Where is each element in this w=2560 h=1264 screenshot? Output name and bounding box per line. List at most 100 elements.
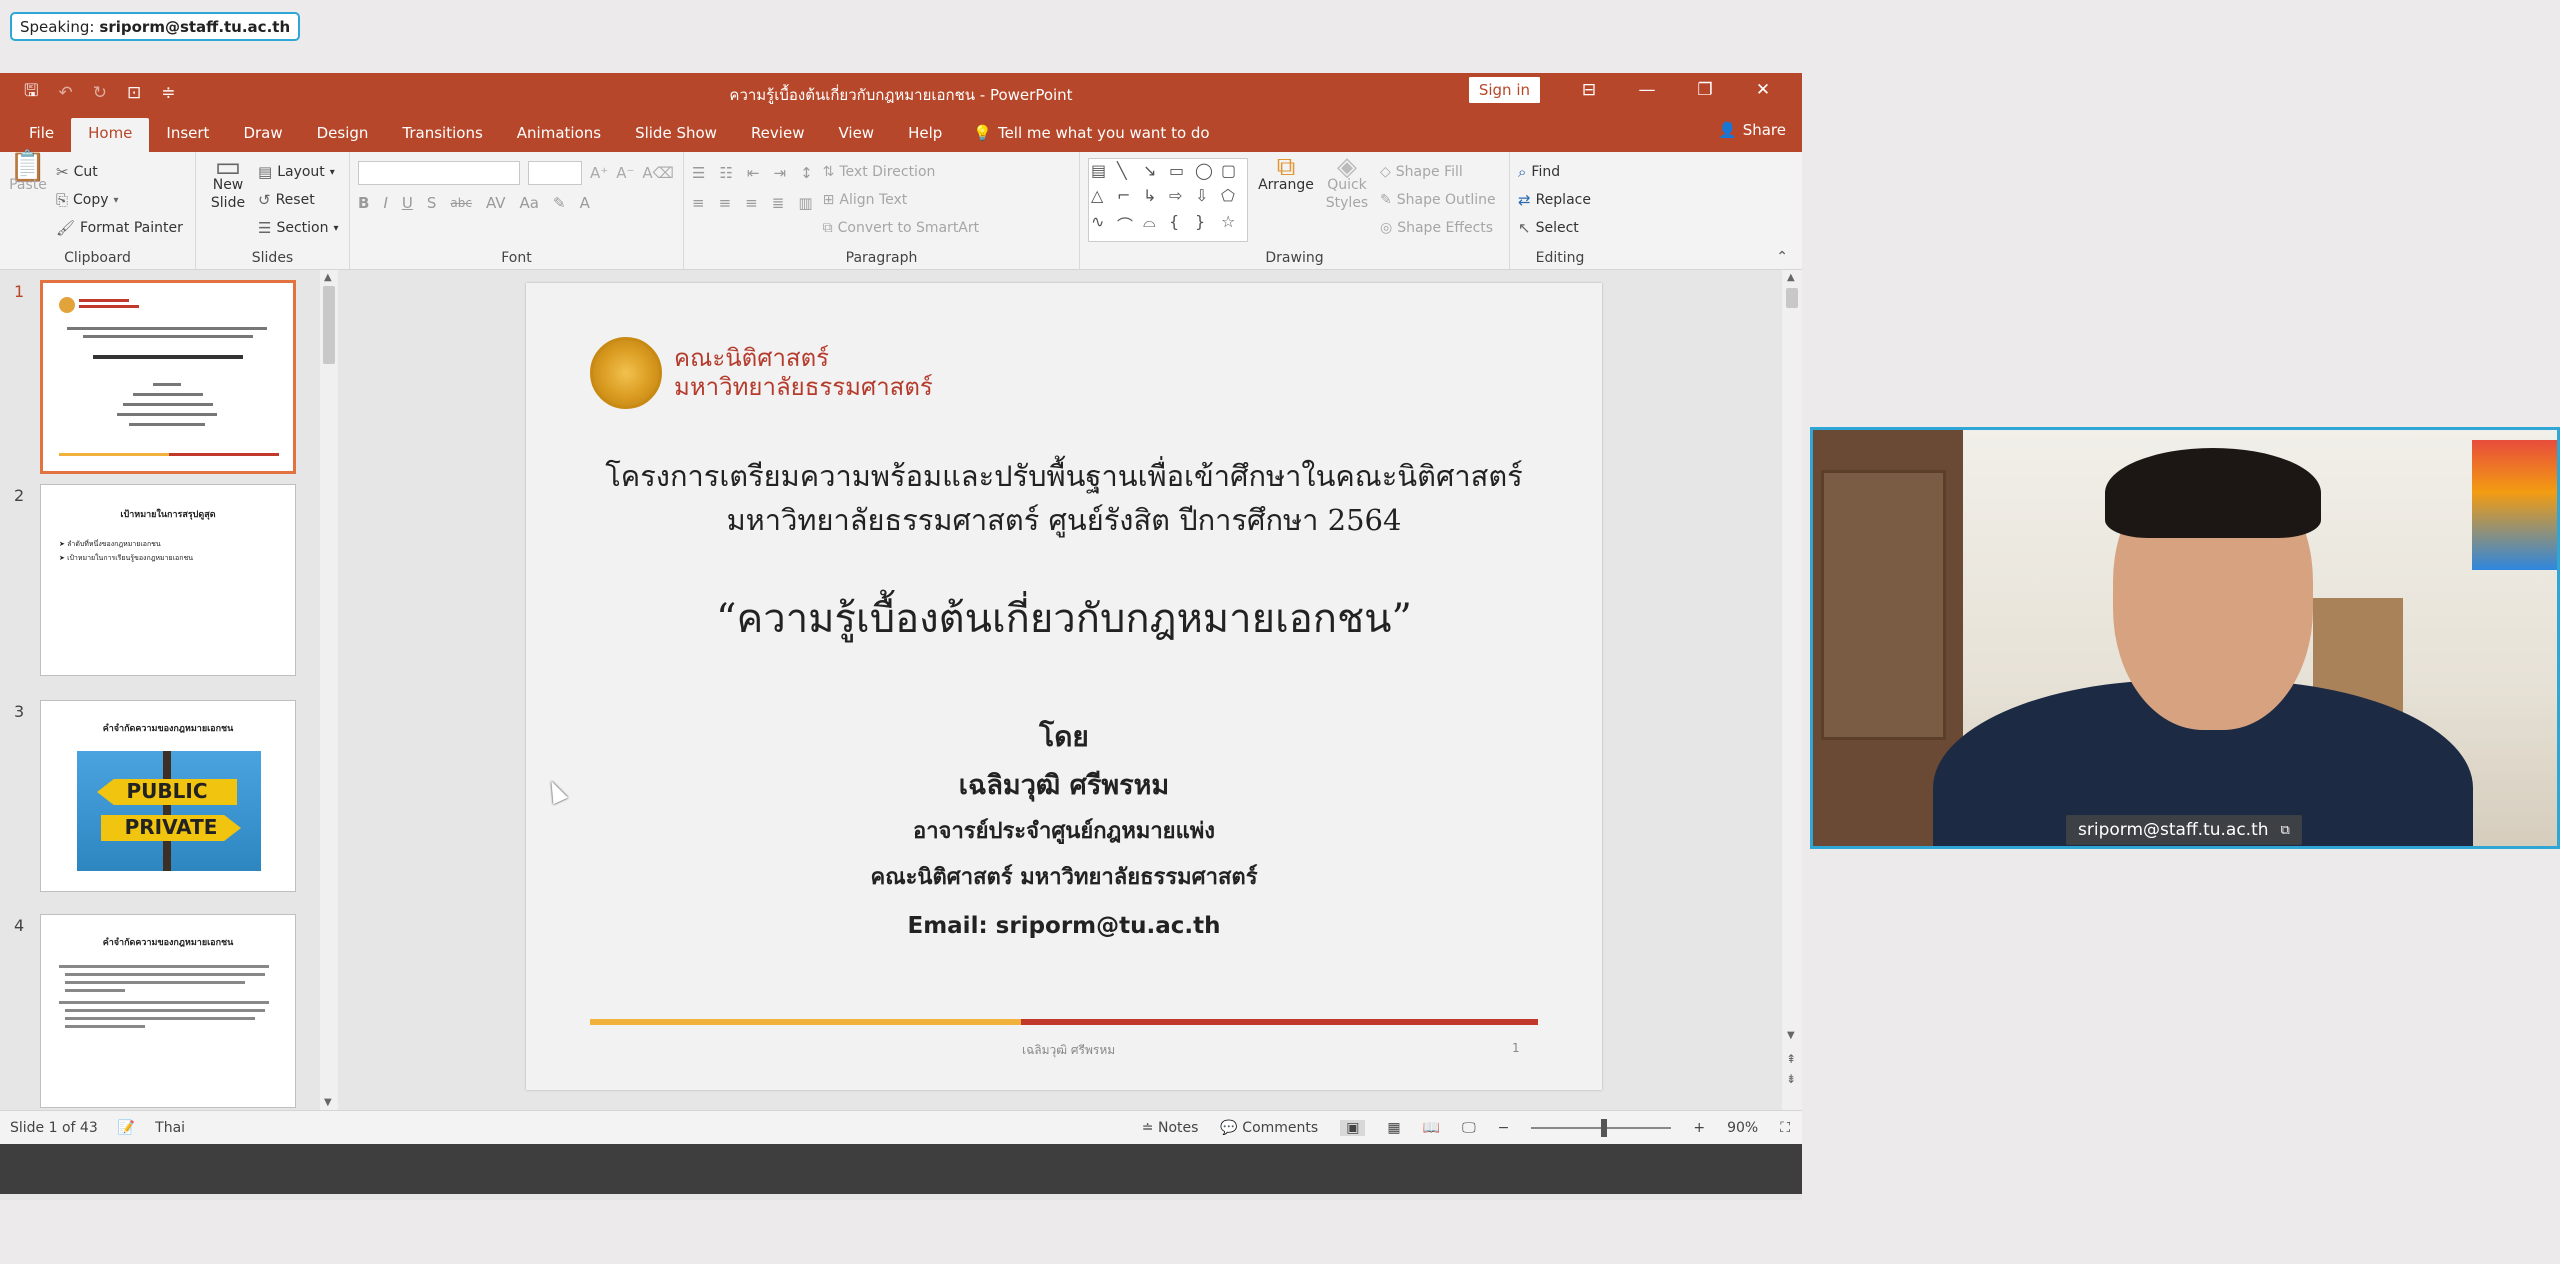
minimize-button[interactable]: — bbox=[1618, 80, 1676, 100]
share-button[interactable]: 👤 Share bbox=[1718, 121, 1786, 139]
slide-thumbnail[interactable] bbox=[40, 280, 296, 474]
shadow-icon[interactable]: S bbox=[427, 194, 437, 212]
start-from-beginning-icon[interactable]: ⊡ bbox=[127, 83, 141, 103]
rectangle-shape-icon[interactable]: ▭ bbox=[1169, 161, 1193, 183]
tell-me-box[interactable]: 💡 Tell me what you want to do bbox=[959, 118, 1209, 152]
strikethrough-icon[interactable]: abc bbox=[450, 196, 472, 210]
fit-to-window-icon[interactable]: ⛶ bbox=[1780, 1120, 1790, 1136]
zoom-slider[interactable] bbox=[1531, 1118, 1672, 1137]
tab-draw[interactable]: Draw bbox=[226, 118, 299, 152]
align-right-icon[interactable]: ≡ bbox=[745, 194, 758, 212]
layout-button[interactable]: ▤ Layout ▾ bbox=[258, 158, 339, 186]
freeform-shape-icon[interactable]: ⌒ bbox=[1117, 212, 1141, 239]
scroll-thumb[interactable] bbox=[1786, 288, 1798, 308]
find-button[interactable]: ⌕ Find bbox=[1518, 158, 1602, 186]
arrow-shape-icon[interactable]: ↘ bbox=[1143, 161, 1167, 183]
tab-insert[interactable]: Insert bbox=[149, 118, 226, 152]
slide-thumbnail[interactable]: เป้าหมายในการสรุปดูสุด ➤ ลำดับที่หนึ่งขอ… bbox=[40, 484, 296, 676]
copy-button[interactable]: ⎘ Copy ▾ bbox=[56, 186, 183, 214]
close-button[interactable]: ✕ bbox=[1734, 80, 1792, 100]
tab-review[interactable]: Review bbox=[734, 118, 822, 152]
collapse-ribbon-icon[interactable]: ⌃ bbox=[1776, 249, 1788, 265]
section-button[interactable]: ☰ Section ▾ bbox=[258, 214, 339, 242]
shapes-gallery[interactable]: ▤ ╲ ↘ ▭ ◯ ▢ △ ⌐ ↳ ⇨ ⇩ ⬠ ∿ ⌒ ⌓{} ☆ bbox=[1088, 158, 1248, 242]
zoom-out-icon[interactable]: − bbox=[1498, 1120, 1510, 1136]
new-slide-button[interactable]: ▭ New Slide bbox=[204, 153, 252, 242]
increase-indent-icon[interactable]: ⇥ bbox=[773, 164, 786, 182]
left-brace-shape-icon[interactable]: { bbox=[1169, 212, 1193, 239]
language-indicator[interactable]: Thai bbox=[155, 1120, 185, 1136]
line-spacing-icon[interactable]: ↕ bbox=[800, 164, 813, 182]
tab-transitions[interactable]: Transitions bbox=[385, 118, 499, 152]
rounded-rect-shape-icon[interactable]: ▢ bbox=[1221, 161, 1245, 183]
scroll-down-icon[interactable]: ▼ bbox=[1787, 1030, 1795, 1041]
bullets-icon[interactable]: ☰ bbox=[692, 164, 705, 182]
font-size-input[interactable] bbox=[528, 161, 582, 185]
thumbnail-scrollbar[interactable]: ▲ ▼ bbox=[320, 270, 338, 1110]
slide-sorter-icon[interactable]: ▦ bbox=[1387, 1120, 1400, 1136]
justify-icon[interactable]: ≣ bbox=[772, 194, 785, 212]
tab-home[interactable]: Home bbox=[71, 118, 150, 152]
sign-in-button[interactable]: Sign in bbox=[1468, 77, 1540, 103]
zoom-level[interactable]: 90% bbox=[1727, 1120, 1758, 1136]
tab-slide-show[interactable]: Slide Show bbox=[618, 118, 734, 152]
text-direction-button[interactable]: ⇅ Text Direction bbox=[823, 158, 979, 186]
reading-view-icon[interactable]: 📖 bbox=[1423, 1120, 1440, 1136]
scroll-thumb[interactable] bbox=[323, 286, 335, 364]
align-center-icon[interactable]: ≡ bbox=[719, 194, 732, 212]
cut-button[interactable]: ✂ Cut bbox=[56, 158, 183, 186]
redo-icon[interactable]: ↻ bbox=[93, 83, 107, 103]
scroll-up-icon[interactable]: ▲ bbox=[1787, 272, 1795, 283]
increase-font-icon[interactable]: A⁺ bbox=[590, 164, 608, 182]
decrease-indent-icon[interactable]: ⇤ bbox=[747, 164, 760, 182]
right-brace-shape-icon[interactable]: } bbox=[1195, 212, 1219, 239]
format-painter-button[interactable]: 🖌 Format Painter bbox=[56, 214, 183, 242]
curve-shape-icon[interactable]: ∿ bbox=[1091, 212, 1115, 239]
triangle-shape-icon[interactable]: △ bbox=[1091, 186, 1115, 208]
font-name-input[interactable] bbox=[358, 161, 520, 185]
oval-shape-icon[interactable]: ◯ bbox=[1195, 161, 1219, 183]
down-arrow-shape-icon[interactable]: ⇩ bbox=[1195, 186, 1219, 208]
columns-icon[interactable]: ▥ bbox=[798, 194, 812, 212]
slide-scrollbar[interactable]: ▲ ▼ ⇞ ⇟ bbox=[1782, 270, 1802, 1110]
notes-button[interactable]: ≐ Notes bbox=[1142, 1120, 1199, 1136]
save-icon[interactable]: 🖫 bbox=[24, 78, 38, 107]
textbox-shape-icon[interactable]: ▤ bbox=[1091, 161, 1115, 183]
bold-icon[interactable]: B bbox=[358, 194, 369, 212]
comments-button[interactable]: 💬 Comments bbox=[1220, 1120, 1318, 1136]
arc-shape-icon[interactable]: ⌓ bbox=[1143, 212, 1167, 239]
elbow-shape-icon[interactable]: ↳ bbox=[1143, 186, 1167, 208]
highlight-icon[interactable]: ✎ bbox=[553, 194, 566, 212]
spell-check-icon[interactable]: 📝 bbox=[118, 1120, 135, 1136]
undo-icon[interactable]: ↶ bbox=[58, 83, 72, 103]
slide-thumbnail[interactable]: คำจำกัดความของกฎหมายเอกชน PUBLIC PRIVATE bbox=[40, 700, 296, 892]
change-case-icon[interactable]: Aa bbox=[520, 194, 539, 212]
underline-icon[interactable]: U bbox=[402, 194, 413, 212]
zoom-slider-knob[interactable] bbox=[1601, 1118, 1608, 1137]
customize-toolbar-icon[interactable]: ≑ bbox=[161, 83, 175, 103]
align-left-icon[interactable]: ≡ bbox=[692, 194, 705, 212]
connector-shape-icon[interactable]: ⌐ bbox=[1117, 186, 1141, 208]
shape-effects-button[interactable]: ◎ Shape Effects bbox=[1380, 214, 1496, 242]
decrease-font-icon[interactable]: A⁻ bbox=[616, 164, 634, 182]
align-text-button[interactable]: ⊞ Align Text bbox=[823, 186, 979, 214]
previous-slide-icon[interactable]: ⇞ bbox=[1786, 1052, 1796, 1066]
font-color-icon[interactable]: A bbox=[580, 194, 590, 212]
slide-thumbnail[interactable]: คำจำกัดความของกฎหมายเอกชน bbox=[40, 914, 296, 1108]
convert-smartart-button[interactable]: ⧉ Convert to SmartArt bbox=[823, 214, 979, 242]
next-slide-icon[interactable]: ⇟ bbox=[1786, 1072, 1796, 1086]
numbering-icon[interactable]: ☷ bbox=[719, 164, 732, 182]
scroll-down-icon[interactable]: ▼ bbox=[324, 1097, 332, 1108]
clear-formatting-icon[interactable]: A⌫ bbox=[642, 164, 673, 182]
restore-button[interactable]: ❐ bbox=[1676, 80, 1734, 100]
tab-file[interactable]: File bbox=[12, 118, 71, 152]
shape-fill-button[interactable]: ◇ Shape Fill bbox=[1380, 158, 1496, 186]
replace-button[interactable]: ⇄ Replace bbox=[1518, 186, 1602, 214]
paste-button[interactable]: 📋 Paste bbox=[8, 152, 48, 242]
italic-icon[interactable]: I bbox=[383, 194, 387, 212]
right-arrow-shape-icon[interactable]: ⇨ bbox=[1169, 186, 1193, 208]
slideshow-view-icon[interactable]: 🖵 bbox=[1462, 1120, 1476, 1136]
line-shape-icon[interactable]: ╲ bbox=[1117, 161, 1141, 183]
ribbon-display-options-icon[interactable]: ⊟ bbox=[1560, 80, 1618, 100]
zoom-in-icon[interactable]: + bbox=[1693, 1120, 1705, 1136]
